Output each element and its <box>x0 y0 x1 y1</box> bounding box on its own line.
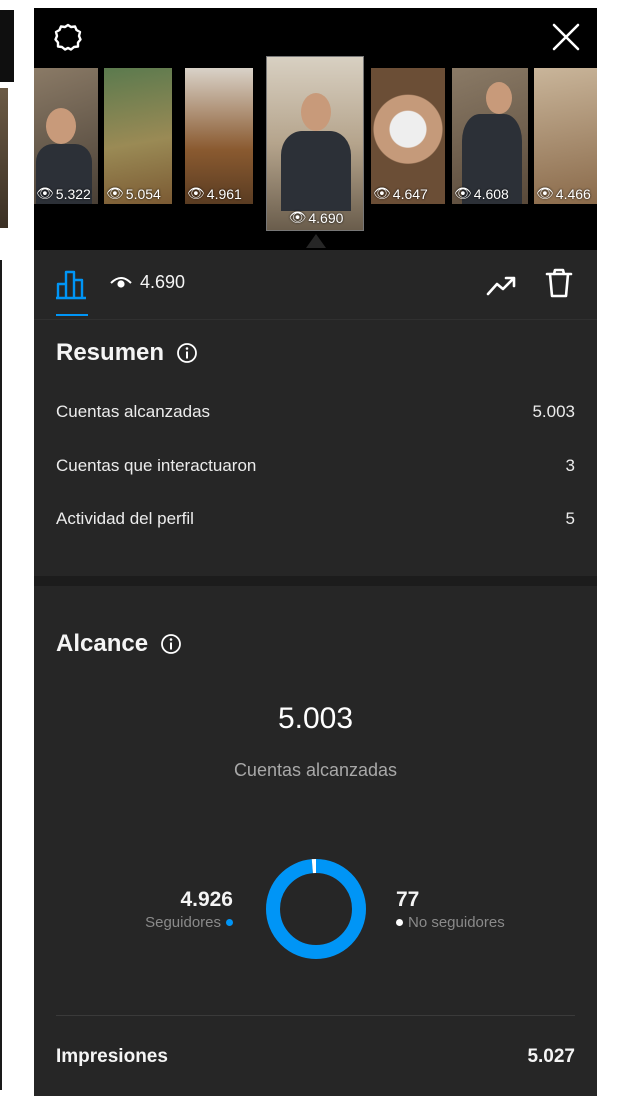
accounts-reached-label: Cuentas alcanzadas <box>233 760 398 780</box>
summary-row-value: 3 <box>565 456 575 475</box>
eye-icon: 👁 <box>288 209 307 225</box>
non-followers-dot <box>396 919 403 926</box>
view-count-value: 4.690 <box>308 209 344 226</box>
story-thumbnail[interactable]: 👁 4.608 <box>452 68 528 204</box>
person-body <box>281 131 351 211</box>
story-thumbnail[interactable]: 👁 4.647 <box>371 68 445 204</box>
background-header <box>0 10 14 82</box>
non-followers-stat: 77 No seguidores <box>396 888 505 931</box>
background-edge-line <box>0 260 2 1090</box>
summary-row-value: 5.003 <box>532 402 575 421</box>
bar-chart-icon <box>56 270 86 300</box>
active-tab-indicator <box>56 314 88 316</box>
story-thumbnail-selected[interactable]: 👁 4.690 <box>266 56 364 231</box>
followers-legend: Seguidores <box>145 914 233 931</box>
story-thumbnail[interactable]: 👁 5.322 <box>34 68 98 204</box>
impressions-label: Impresiones <box>56 1046 168 1067</box>
view-count-value: 4.647 <box>392 185 428 202</box>
gear-icon <box>54 23 82 51</box>
view-count-value: 4.608 <box>473 185 509 202</box>
story-thumbnails: 👁 5.322 👁 5.054 👁 4.961 👁 4.690 👁 4.647 👁 4.60… <box>34 56 597 231</box>
person-face <box>301 93 331 131</box>
view-count: 👁 5.322 <box>34 185 98 202</box>
summary-row-label: Actividad del perfil <box>56 509 194 528</box>
view-count-value: 4.466 <box>555 185 591 202</box>
selected-story-pointer <box>306 234 326 248</box>
view-count-value: 5.054 <box>125 185 161 202</box>
followers-value: 4.926 <box>180 888 233 911</box>
non-followers-legend: No seguidores <box>396 914 505 931</box>
reach-donut-chart <box>266 859 366 959</box>
view-count: 👁 4.608 <box>452 185 528 202</box>
insights-tabbar: 4.690 <box>34 250 597 320</box>
tab-insights[interactable] <box>54 268 90 302</box>
reach-title-text: Alcance <box>56 630 149 657</box>
settings-button[interactable] <box>51 20 85 54</box>
eye-icon: 👁 <box>106 185 124 201</box>
views-total-value: 4.690 <box>140 272 186 292</box>
summary-row-value: 5 <box>565 509 575 528</box>
donut-followers-arc <box>266 859 366 959</box>
person-face <box>486 82 512 114</box>
summary-row-label: Cuentas alcanzadas <box>56 402 211 421</box>
view-count: 👁 4.961 <box>185 185 253 202</box>
view-count-value: 4.961 <box>206 185 242 202</box>
view-count-value: 5.322 <box>55 185 91 202</box>
impressions-row: Impresiones 5.027 <box>56 1046 575 1068</box>
view-count: 👁 4.647 <box>371 185 445 202</box>
summary-row: Actividad del perfil 5 <box>56 507 575 531</box>
person-face <box>46 108 76 144</box>
impressions-divider <box>56 1015 575 1016</box>
story-thumbnail[interactable]: 👁 4.466 <box>534 68 597 204</box>
background-photo <box>0 88 8 228</box>
reach-section-title: Alcance <box>56 630 182 658</box>
summary-title-text: Resumen <box>56 339 165 366</box>
story-thumbnail[interactable]: 👁 5.054 <box>104 68 172 204</box>
eye-icon <box>110 276 132 288</box>
accounts-reached-value: 5.003 <box>277 702 354 735</box>
followers-stat: 4.926 Seguidores <box>145 888 233 931</box>
eye-icon: 👁 <box>373 185 391 201</box>
summary-section-title: Resumen <box>56 339 198 367</box>
eye-icon: 👁 <box>187 185 205 201</box>
trending-up-icon <box>486 276 516 296</box>
eye-icon: 👁 <box>454 185 472 201</box>
trash-icon <box>545 268 573 298</box>
non-followers-label: No seguidores <box>408 914 505 931</box>
summary-row: Cuentas alcanzadas 5.003 <box>56 400 575 424</box>
non-followers-value: 77 <box>396 888 420 911</box>
story-insights-sheet: 👁 5.322 👁 5.054 👁 4.961 👁 4.690 👁 4.647 👁 4.60… <box>34 8 597 1096</box>
impressions-value: 5.027 <box>527 1046 575 1067</box>
close-icon <box>552 23 580 51</box>
story-thumbnail[interactable]: 👁 4.961 <box>185 68 253 204</box>
followers-label: Seguidores <box>145 914 221 931</box>
info-icon[interactable] <box>176 342 198 364</box>
stories-header: 👁 5.322 👁 5.054 👁 4.961 👁 4.690 👁 4.647 👁 4.60… <box>34 8 597 250</box>
delete-button[interactable] <box>542 266 576 300</box>
view-count: 👁 4.466 <box>534 185 597 202</box>
close-button[interactable] <box>549 20 583 54</box>
info-icon[interactable] <box>160 633 182 655</box>
summary-row: Cuentas que interactuaron 3 <box>56 454 575 478</box>
summary-row-label: Cuentas que interactuaron <box>56 456 257 475</box>
view-count: 👁 5.054 <box>104 185 172 202</box>
eye-icon: 👁 <box>536 185 554 201</box>
followers-dot <box>226 919 233 926</box>
promote-button[interactable] <box>486 268 520 302</box>
views-total: 4.690 <box>110 272 185 293</box>
section-divider <box>34 576 597 586</box>
eye-icon: 👁 <box>36 185 54 201</box>
view-count: 👁 4.690 <box>267 209 363 226</box>
background-app-edge <box>0 0 34 1096</box>
